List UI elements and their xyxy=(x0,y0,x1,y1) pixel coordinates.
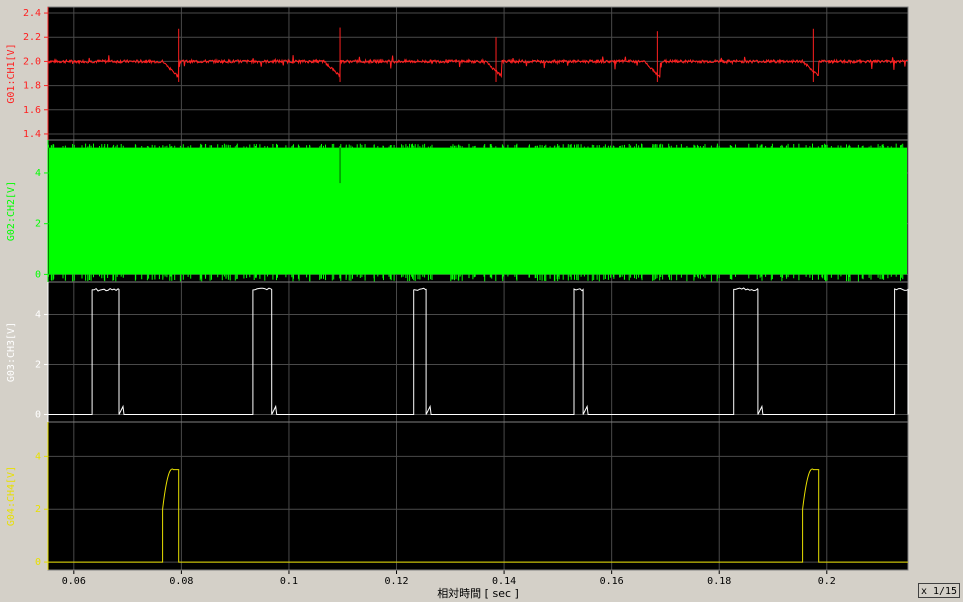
y-tick-label: 4 xyxy=(35,451,41,462)
ch2-band xyxy=(49,147,907,275)
y-tick-label: 2.0 xyxy=(23,56,41,67)
y-tick-label: 2 xyxy=(35,504,41,515)
zoom-indicator[interactable]: x 1/15 xyxy=(918,583,960,598)
oscilloscope-window: 0.06 0.08 0.1 0.12 0.14 0.16 0.18 0.2 1.4 1.6 1.8 2… xyxy=(0,0,963,602)
y-tick-label: 1.4 xyxy=(23,129,41,140)
y-tick-label: 2 xyxy=(35,360,41,371)
series-name-label: G03:CH3[V] xyxy=(6,322,17,382)
y-tick-label: 4 xyxy=(35,168,41,179)
series-name-label: G02:CH2[V] xyxy=(6,181,17,241)
x-tick-label: 0.2 xyxy=(818,576,836,587)
x-tick-label: 0.12 xyxy=(384,576,408,587)
x-tick-label: 0.18 xyxy=(707,576,731,587)
x-tick-label: 0.16 xyxy=(600,576,624,587)
y-tick-label: 0 xyxy=(35,410,41,421)
y-tick-label: 2.2 xyxy=(23,32,41,43)
x-tick-label: 0.14 xyxy=(492,576,516,587)
y-tick-label: 2.4 xyxy=(23,8,41,19)
x-tick-label: 0.08 xyxy=(169,576,193,587)
y-tick-label: 2 xyxy=(35,219,41,230)
y-tick-label: 0 xyxy=(35,557,41,568)
series-name-label: G04:CH4[V] xyxy=(6,466,17,526)
x-axis-label: 相対時間 [ sec ] xyxy=(437,586,519,600)
y-tick-label: 0 xyxy=(35,269,41,280)
x-tick-label: 0.06 xyxy=(62,576,86,587)
waveform-chart: 0.06 0.08 0.1 0.12 0.14 0.16 0.18 0.2 1.4 1.6 1.8 2… xyxy=(6,6,909,600)
plot-background xyxy=(48,7,908,570)
y-tick-label: 4 xyxy=(35,310,41,321)
y-tick-label: 1.6 xyxy=(23,105,41,116)
x-tick-label: 0.1 xyxy=(280,576,298,587)
series-name-label: G01:CH1[V] xyxy=(6,43,17,103)
y-tick-label: 1.8 xyxy=(23,81,41,92)
